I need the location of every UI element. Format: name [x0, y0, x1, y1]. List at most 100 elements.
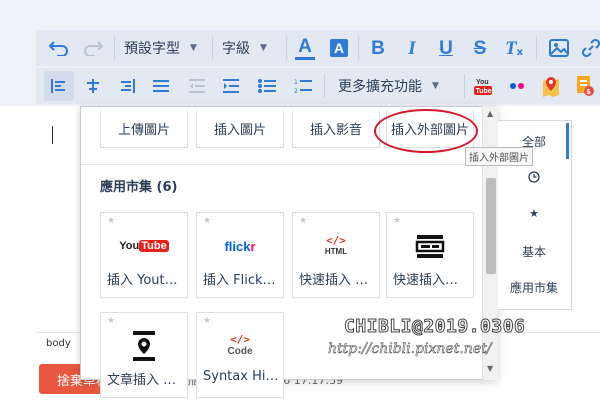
clear-format-button[interactable]: T x	[499, 33, 529, 63]
app-card-youtube[interactable]: ★ You Tube 插入 Youtu…	[100, 212, 188, 298]
map-extension-button[interactable]	[536, 71, 566, 101]
svg-text:Tube: Tube	[476, 88, 492, 95]
chevron-down-icon: ▼	[190, 43, 197, 53]
tooltip: 插入外部圖片	[465, 147, 533, 166]
favorite-star-icon[interactable]: ★	[107, 316, 115, 326]
italic-icon: I	[408, 37, 416, 59]
document-coin-icon: $	[575, 75, 595, 97]
font-color-button[interactable]: A	[290, 33, 320, 63]
svg-text:2: 2	[294, 88, 298, 94]
link-icon	[582, 39, 600, 57]
scroll-thumb[interactable]	[486, 178, 496, 274]
flickr-icon	[509, 82, 525, 90]
redo-icon	[82, 40, 104, 56]
app-card-label: 快速插入舊…	[393, 273, 469, 288]
app-card-label: 文章插入 G…	[107, 373, 183, 388]
app-card-label: Syntax Hig…	[203, 369, 279, 384]
toolbar-divider	[464, 74, 465, 98]
app-card-google-map[interactable]: ★ 文章插入 G…	[100, 312, 188, 398]
align-left-button[interactable]	[44, 71, 74, 101]
strikethrough-icon: S	[473, 37, 487, 59]
watermark-url: http://chibli.pixnet.net/	[328, 341, 492, 358]
app-card-label: 插入 Flickr …	[203, 273, 279, 288]
app-card-flickr[interactable]: ★ flick r 插入 Flickr …	[196, 212, 284, 298]
font-color-icon: A	[295, 37, 315, 60]
app-card-old-link[interactable]: ★ 快速插入舊…	[386, 212, 474, 298]
category-app-market[interactable]: 應用市集	[498, 279, 570, 296]
scroll-up-icon[interactable]: ▲	[487, 109, 493, 118]
code-icon: </> Code	[227, 333, 253, 358]
insert-link-button[interactable]	[576, 33, 600, 63]
align-justify-icon	[153, 79, 169, 93]
popup-divider	[81, 164, 481, 165]
favorite-star-icon[interactable]: ★	[393, 216, 401, 226]
numbered-list-button[interactable]: 12	[288, 71, 318, 101]
html-icon: </> HTML	[324, 234, 348, 257]
toolbar-divider	[212, 36, 213, 60]
font-family-select[interactable]: 預設字型 ▼	[124, 33, 212, 63]
map-pin-icon	[101, 329, 187, 363]
background-color-icon: A	[329, 39, 349, 57]
bold-button[interactable]: B	[363, 33, 393, 63]
map-pin-icon	[541, 75, 561, 97]
app-market-section-title: 應用市集 (6)	[100, 180, 178, 195]
annotation-red-circle	[374, 109, 478, 153]
svg-text:1: 1	[294, 79, 298, 86]
background-color-button[interactable]: A	[324, 33, 354, 63]
editor-toolbar: 預設字型 ▼ 字級 ▼ A A B I U S T x 1 2 更多擴充功能 ▼…	[0, 0, 600, 106]
chevron-down-icon: ▼	[432, 81, 439, 91]
clock-icon	[528, 171, 540, 186]
indent-icon	[223, 79, 239, 93]
category-basic[interactable]: 基本	[498, 243, 570, 260]
youtube-extension-button[interactable]: You Tube	[468, 71, 498, 101]
underline-icon: U	[439, 37, 453, 59]
watermark: CHIBLI@2019.0306 http://chibli.pixnet.ne…	[318, 316, 600, 364]
align-center-button[interactable]	[78, 71, 108, 101]
scroll-down-icon[interactable]: ▼	[487, 364, 493, 373]
font-size-select[interactable]: 字級 ▼	[222, 33, 286, 63]
flickr-extension-button[interactable]	[502, 71, 532, 101]
app-card-html[interactable]: ★ </> HTML 快速插入 H…	[292, 212, 380, 298]
image-icon	[549, 39, 569, 57]
italic-button[interactable]: I	[397, 33, 427, 63]
youtube-icon: You Tube	[119, 240, 169, 252]
toolbar-divider	[358, 36, 359, 60]
text-cursor	[52, 126, 53, 144]
toolbar-divider	[114, 36, 115, 60]
upload-image-card[interactable]: 上傳圖片	[100, 110, 188, 148]
redo-button[interactable]	[78, 33, 108, 63]
underline-button[interactable]: U	[431, 33, 461, 63]
app-card-syntax-highlighter[interactable]: ★ </> Code Syntax Hig…	[196, 312, 284, 398]
indent-button[interactable]	[216, 71, 246, 101]
category-recent[interactable]	[498, 171, 570, 186]
insert-media-card[interactable]: 插入影音	[292, 110, 380, 148]
path-element-body[interactable]: body	[46, 338, 71, 349]
link-card-icon	[387, 229, 473, 263]
category-favorites[interactable]: ★	[498, 207, 570, 220]
toolbar-divider	[286, 36, 287, 60]
bullet-list-button[interactable]	[252, 71, 282, 101]
favorite-star-icon[interactable]: ★	[203, 216, 211, 226]
app-card-label: 插入 Youtu…	[107, 273, 183, 288]
youtube-icon: You Tube	[473, 76, 493, 96]
undo-icon	[48, 40, 70, 56]
align-justify-button[interactable]	[146, 71, 176, 101]
strikethrough-button[interactable]: S	[465, 33, 495, 63]
chevron-down-icon: ▼	[260, 43, 267, 53]
align-right-button[interactable]	[112, 71, 142, 101]
svg-text:You: You	[476, 79, 489, 86]
favorite-star-icon[interactable]: ★	[299, 216, 307, 226]
favorite-star-icon[interactable]: ★	[107, 216, 115, 226]
more-extensions-select[interactable]: 更多擴充功能 ▼	[338, 71, 466, 101]
outdent-button[interactable]	[182, 71, 212, 101]
insert-image-card[interactable]: 插入圖片	[196, 110, 284, 148]
insert-image-button[interactable]	[544, 33, 574, 63]
favorite-star-icon[interactable]: ★	[203, 316, 211, 326]
undo-button[interactable]	[44, 33, 74, 63]
more-extensions-label: 更多擴充功能	[338, 79, 422, 95]
svg-text:$: $	[587, 89, 591, 96]
toolbar-divider	[536, 36, 537, 60]
app-card-label: 快速插入 H…	[299, 273, 375, 288]
align-right-icon	[119, 79, 135, 93]
document-extension-button[interactable]: $	[570, 71, 600, 101]
